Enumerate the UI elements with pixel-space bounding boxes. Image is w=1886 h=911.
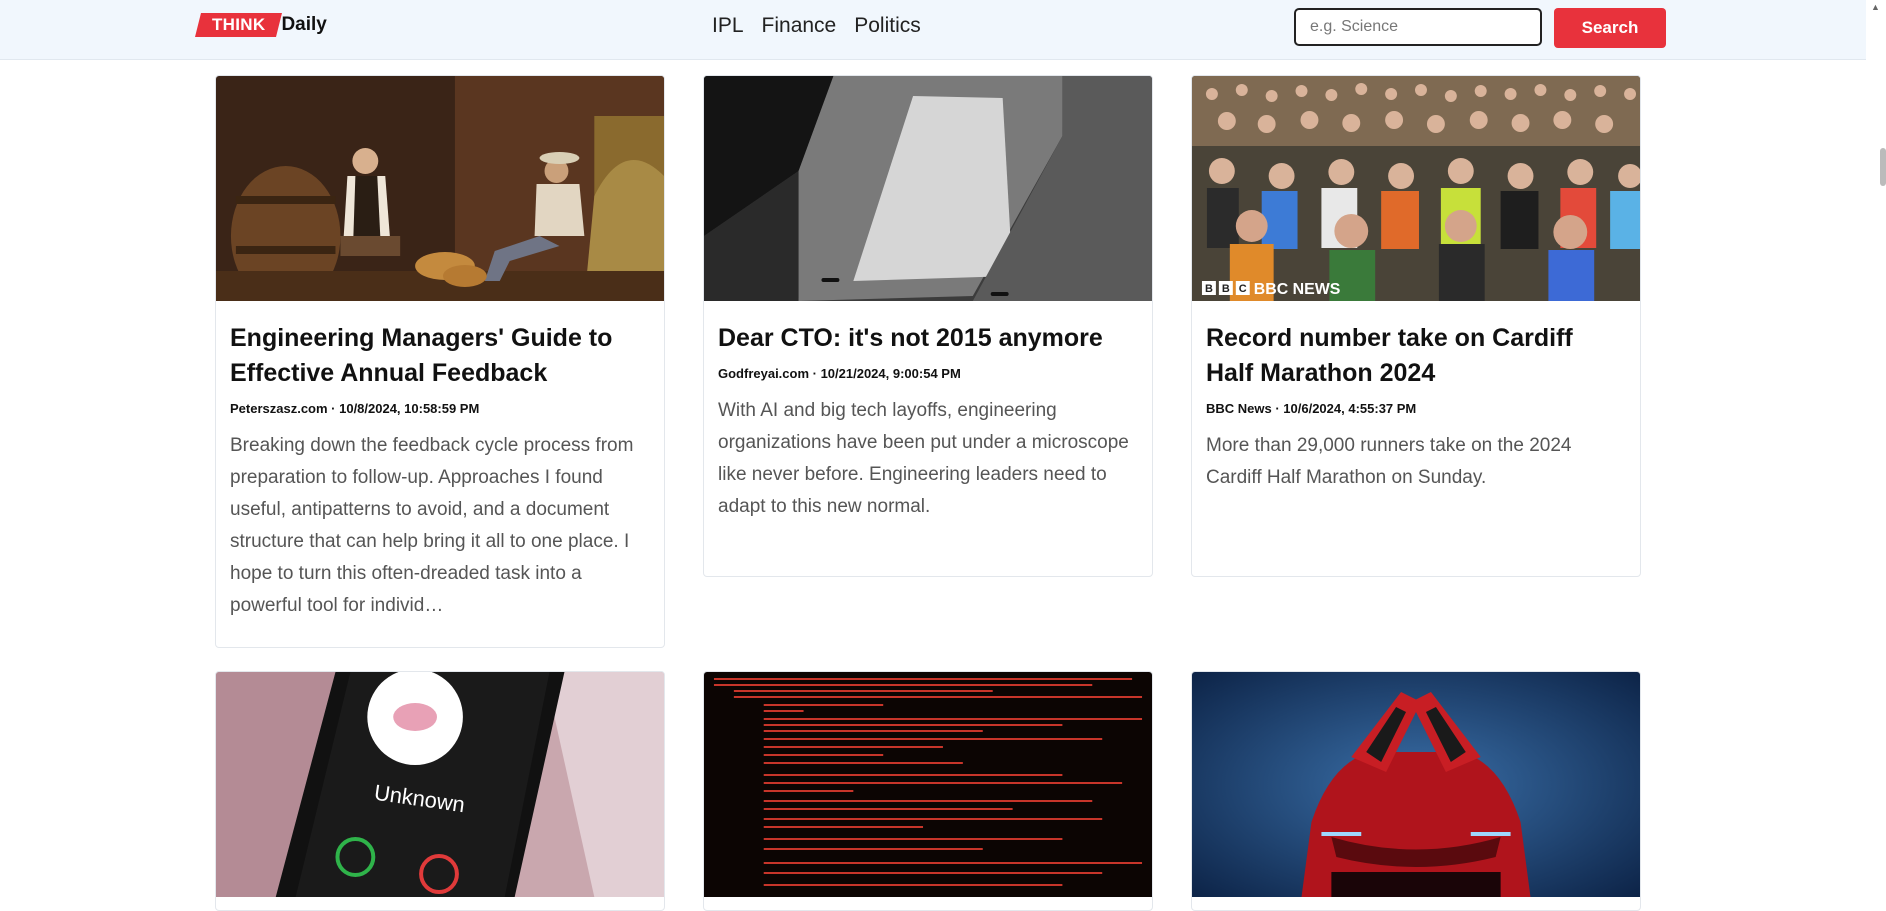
site-logo[interactable]: THINK Daily xyxy=(195,13,327,37)
article-title[interactable]: Engineering Managers' Guide to Effective… xyxy=(230,321,650,391)
scroll-up-arrow-icon[interactable]: ▲ xyxy=(1871,2,1880,12)
scroll-thumb[interactable] xyxy=(1880,148,1886,186)
search-input[interactable] xyxy=(1294,8,1542,46)
news-card[interactable]: BBC BBC NEWS Record number take on Cardi… xyxy=(1191,75,1641,577)
search-button[interactable]: Search xyxy=(1554,8,1666,48)
svg-text:B: B xyxy=(1205,283,1213,295)
nav-links: IPL Finance Politics xyxy=(712,14,921,38)
article-meta: Godfreyai.com · 10/21/2024, 9:00:54 PM xyxy=(718,366,961,381)
bbc-news-watermark: BBC NEWS xyxy=(1254,281,1341,298)
article-image xyxy=(704,672,1152,897)
top-navbar: THINK Daily IPL Finance Politics Search xyxy=(0,0,1866,60)
article-meta: BBC News · 10/6/2024, 4:55:37 PM xyxy=(1206,401,1417,416)
nav-link-ipl[interactable]: IPL xyxy=(712,14,744,38)
news-card[interactable] xyxy=(703,671,1153,911)
article-image xyxy=(1192,672,1640,897)
article-image xyxy=(216,76,664,301)
news-card[interactable]: Engineering Managers' Guide to Effective… xyxy=(215,75,665,648)
article-meta: Peterszasz.com · 10/8/2024, 10:58:59 PM xyxy=(230,401,480,416)
article-image: Unknown xyxy=(216,672,664,897)
news-card[interactable]: Unknown xyxy=(215,671,665,911)
article-image xyxy=(704,76,1152,301)
svg-text:B: B xyxy=(1222,283,1230,295)
page-scrollbar[interactable]: ▲ xyxy=(1866,0,1886,882)
article-title[interactable]: Dear CTO: it's not 2015 anymore xyxy=(718,321,1138,356)
logo-daily-text: Daily xyxy=(281,14,327,35)
article-description: More than 29,000 runners take on the 202… xyxy=(1206,435,1572,488)
logo-think-text: THINK xyxy=(212,15,266,34)
article-description: Breaking down the feedback cycle process… xyxy=(230,435,634,616)
article-image: BBC BBC NEWS xyxy=(1192,76,1640,301)
news-card[interactable] xyxy=(1191,671,1641,911)
nav-link-politics[interactable]: Politics xyxy=(854,14,921,38)
article-description: With AI and big tech layoffs, engineerin… xyxy=(718,400,1129,517)
nav-link-finance[interactable]: Finance xyxy=(762,14,837,38)
news-card[interactable]: Dear CTO: it's not 2015 anymore Godfreya… xyxy=(703,75,1153,577)
svg-text:C: C xyxy=(1239,283,1247,295)
article-title[interactable]: Record number take on Cardiff Half Marat… xyxy=(1206,321,1626,391)
